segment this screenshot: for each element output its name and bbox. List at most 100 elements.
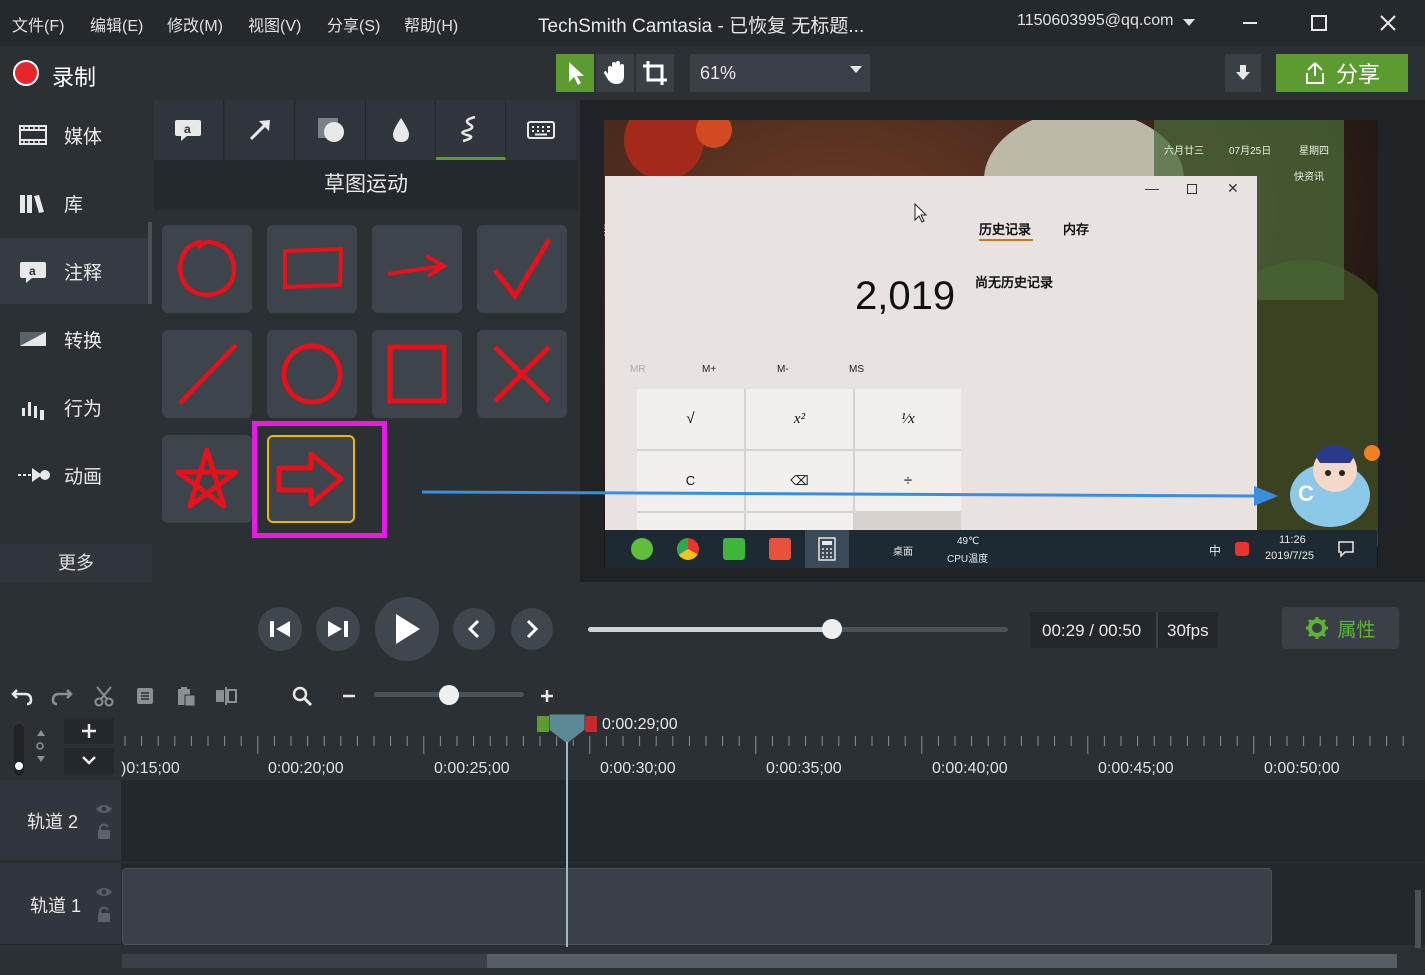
- cut-button[interactable]: [92, 684, 116, 708]
- play-button[interactable]: [375, 597, 439, 661]
- step-back-button[interactable]: [258, 607, 302, 651]
- next-button[interactable]: [511, 608, 553, 650]
- square-tile[interactable]: [372, 330, 462, 418]
- account-dropdown-icon[interactable]: [1183, 19, 1195, 26]
- eye-icon[interactable]: [95, 885, 113, 899]
- sketch-checkmark-tile[interactable]: [477, 225, 567, 313]
- split-button[interactable]: [214, 684, 238, 708]
- more-button[interactable]: 更多: [0, 544, 152, 582]
- calc-tab-history[interactable]: 历史记录: [979, 219, 1031, 238]
- menu-file[interactable]: 文件(F): [12, 12, 64, 36]
- sketch-ellipse-tile[interactable]: [162, 225, 252, 313]
- calculator-taskbar-item[interactable]: [805, 530, 849, 568]
- menu-share[interactable]: 分享(S): [327, 12, 380, 36]
- track-header-2[interactable]: 轨道 2: [0, 780, 121, 862]
- sogou-icon[interactable]: [1235, 542, 1249, 556]
- select-tool-button[interactable]: [556, 54, 594, 92]
- calc-close-button[interactable]: ✕: [1227, 180, 1239, 197]
- chevron-down-icon[interactable]: [850, 66, 862, 73]
- step-forward-button[interactable]: [316, 607, 360, 651]
- sketch-arrow-tile[interactable]: [372, 225, 462, 313]
- crop-tool-button[interactable]: [636, 54, 674, 92]
- playhead-out-marker[interactable]: [585, 716, 597, 732]
- sidebar-item-annotations[interactable]: a 注释: [0, 238, 152, 304]
- zoom-in-button[interactable]: [535, 684, 559, 708]
- timeline-search-button[interactable]: [290, 684, 314, 708]
- pan-tool-button[interactable]: [596, 54, 634, 92]
- lock-icon[interactable]: [97, 822, 111, 840]
- sidebar-item-library[interactable]: 库: [0, 170, 152, 236]
- sketch-rectangle-tile[interactable]: [267, 225, 357, 313]
- sidebar-item-animations[interactable]: 动画: [0, 442, 152, 508]
- chrome-icon[interactable]: [677, 538, 699, 560]
- media-clip[interactable]: [122, 868, 1272, 945]
- track-height-handle[interactable]: [15, 762, 23, 770]
- track-2-area[interactable]: [121, 780, 1425, 862]
- previous-button[interactable]: [453, 608, 495, 650]
- zoom-out-button[interactable]: [337, 684, 361, 708]
- track-header-1[interactable]: 轨道 1: [0, 863, 121, 945]
- sidebar-item-behaviors[interactable]: 行为: [0, 374, 152, 440]
- star-tile[interactable]: [162, 435, 252, 523]
- calc-tab-memory[interactable]: 内存: [1063, 219, 1089, 238]
- calc-key-sqrt[interactable]: √: [637, 389, 744, 449]
- sidebar-item-transitions[interactable]: 转换: [0, 306, 152, 372]
- horizontal-scrollbar-thumb[interactable]: [487, 954, 1397, 968]
- notification-icon[interactable]: [1337, 540, 1355, 558]
- sketch-line-tile[interactable]: [162, 330, 252, 418]
- calc-key-mminus[interactable]: M-: [777, 364, 789, 375]
- camtasia-icon[interactable]: [723, 538, 745, 560]
- record-icon[interactable]: [13, 60, 39, 86]
- timeline-zoom-handle[interactable]: [439, 685, 459, 705]
- properties-button[interactable]: 属性: [1282, 607, 1399, 649]
- zoom-dropdown[interactable]: 61%: [690, 54, 870, 92]
- calc-minimize-button[interactable]: —: [1145, 180, 1159, 196]
- close-button[interactable]: [1372, 8, 1404, 38]
- tab-callouts[interactable]: a: [154, 100, 224, 160]
- browser-360-icon[interactable]: [631, 538, 653, 560]
- record-button[interactable]: 录制: [52, 60, 96, 92]
- calc-key-row3[interactable]: [637, 513, 744, 530]
- circle-tile[interactable]: [267, 330, 357, 418]
- copy-button[interactable]: [133, 684, 157, 708]
- calc-key-mr[interactable]: MR: [630, 364, 646, 375]
- menu-modify[interactable]: 修改(M): [167, 12, 223, 36]
- share-button[interactable]: 分享: [1276, 54, 1408, 92]
- calc-key-ms[interactable]: MS: [849, 364, 864, 375]
- vertical-scrollbar[interactable]: [1415, 890, 1421, 948]
- blue-arrow-annotation[interactable]: [420, 480, 1280, 510]
- calc-key-square[interactable]: x²: [746, 389, 853, 449]
- tab-arrows[interactable]: [225, 100, 295, 160]
- calc-key-row3[interactable]: [746, 513, 853, 530]
- account-menu[interactable]: 1150603995@qq.com: [1017, 12, 1174, 30]
- sidebar-scrollbar[interactable]: [148, 222, 152, 304]
- taskbar-desktop-label[interactable]: 桌面: [893, 543, 913, 558]
- menu-help[interactable]: 帮助(H): [404, 12, 458, 36]
- maximize-button[interactable]: [1303, 8, 1335, 38]
- ime-indicator[interactable]: 中: [1209, 542, 1221, 559]
- playhead-in-marker[interactable]: [537, 716, 549, 732]
- sidebar-item-media[interactable]: 媒体: [0, 102, 152, 168]
- tab-shapes[interactable]: [296, 100, 366, 160]
- menu-edit[interactable]: 编辑(E): [90, 12, 143, 36]
- calc-key-mplus[interactable]: M+: [702, 364, 716, 375]
- calc-maximize-button[interactable]: [1187, 184, 1197, 194]
- cross-tile[interactable]: [477, 330, 567, 418]
- paste-button[interactable]: [174, 684, 198, 708]
- download-button[interactable]: [1225, 54, 1261, 92]
- scrubber-handle[interactable]: [821, 619, 842, 639]
- redo-button[interactable]: [50, 684, 74, 708]
- add-track-button[interactable]: [64, 718, 114, 744]
- calc-key-reciprocal[interactable]: ¹⁄x: [855, 389, 961, 449]
- lock-icon[interactable]: [97, 905, 111, 923]
- minimize-button[interactable]: [1234, 8, 1266, 38]
- tab-sketch-motion[interactable]: [436, 100, 506, 160]
- camtasia-recorder-icon[interactable]: [769, 538, 791, 560]
- eye-icon[interactable]: [95, 802, 113, 816]
- menu-view[interactable]: 视图(V): [248, 12, 301, 36]
- undo-button[interactable]: [10, 684, 34, 708]
- tab-keystrokes[interactable]: [506, 100, 576, 160]
- calculator-window[interactable]: — ✕ 历史记录 内存 2,019 尚无历史记录 MR M+ M- MS √ x…: [605, 176, 1257, 530]
- track-menu-button[interactable]: [64, 748, 114, 774]
- tab-blur[interactable]: [366, 100, 436, 160]
